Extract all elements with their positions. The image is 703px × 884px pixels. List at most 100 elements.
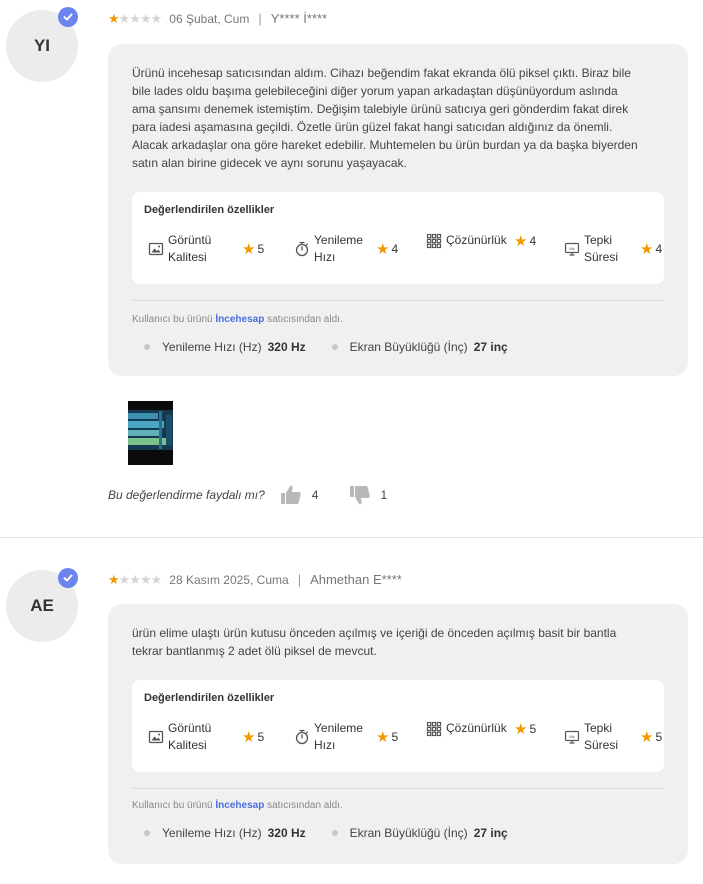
- avatar-initials: AE: [30, 596, 54, 615]
- star-icon: ★: [514, 232, 528, 250]
- seller-info: Kullanıcı bu ürünü İncehesap satıcısında…: [132, 314, 343, 325]
- feature-label: Hızı: [314, 250, 336, 264]
- review-date: 06 Şubat, Cum: [169, 11, 250, 26]
- thumbs-down-icon: [350, 486, 371, 505]
- feature-score: 5: [257, 242, 265, 256]
- star-empty-icon: ★: [150, 11, 163, 26]
- dislike-button[interactable]: 1: [348, 483, 387, 507]
- star-filled-icon: ★: [108, 11, 120, 26]
- like-button[interactable]: 4: [279, 483, 319, 507]
- star-empty-icon: ★: [118, 572, 131, 587]
- feature-score: 5: [391, 730, 399, 744]
- star-icon: ★: [640, 241, 654, 258]
- star-empty-icon: ★: [129, 572, 141, 587]
- seller-link[interactable]: İncehesap: [215, 314, 264, 325]
- divider: [132, 788, 664, 789]
- image-quality-icon: [148, 242, 164, 256]
- feature-label: Tepki: [584, 233, 613, 247]
- stopwatch-icon: [295, 729, 309, 745]
- star-empty-icon: ★: [129, 11, 141, 26]
- feature-response-time: Ms Tepki Süresi ★ 4: [564, 232, 664, 266]
- feature-label: Kalitesi: [168, 250, 207, 264]
- star-icon: ★: [640, 729, 654, 746]
- seller-suffix: satıcısından aldı.: [267, 800, 343, 811]
- review-meta: ★ ★ ★ ★ ★ 06 Şubat, Cum | Y**** İ****: [108, 11, 327, 26]
- star-filled-icon: ★: [108, 572, 120, 587]
- feature-refresh-rate: Yenileme Hızı ★ 4: [294, 232, 404, 266]
- helpful-question: Bu değerlendirme faydalı mı?: [108, 488, 265, 502]
- review-item: YI ★ ★ ★ ★ ★ 06 Şubat, Cum | Y**** İ**** Ürü…: [0, 0, 703, 537]
- review-text: Ürünü incehesap satıcısından aldım. Ciha…: [132, 66, 638, 170]
- product-attributes: Yenileme Hızı (Hz) 320 Hz Ekran Büyüklüğ…: [144, 826, 508, 840]
- seller-prefix: Kullanıcı bu ürünü: [132, 800, 213, 811]
- rated-features-panel: Değerlendirilen özellikler Görüntü Kalite…: [132, 680, 664, 772]
- features-title: Değerlendirilen özellikler: [144, 692, 275, 704]
- feature-score: 4: [391, 242, 399, 256]
- thumbs-up-icon: [280, 485, 301, 504]
- dislike-count: 1: [380, 488, 388, 502]
- review-date: 28 Kasım 2025, Cuma: [169, 572, 289, 587]
- attribute-label: Ekran Büyüklüğü (İnç): [349, 340, 468, 354]
- grid-icon: [426, 233, 442, 248]
- star-empty-icon: ★: [150, 572, 163, 587]
- star-empty-icon: ★: [118, 11, 131, 26]
- monitor-icon: Ms: [564, 730, 580, 744]
- star-icon: ★: [242, 729, 256, 746]
- star-empty-icon: ★: [139, 572, 152, 587]
- feature-label: Yenileme: [314, 721, 363, 735]
- separator: |: [258, 11, 262, 26]
- feature-label: Görüntü: [168, 721, 212, 735]
- rating-stars: ★ ★ ★ ★ ★: [108, 11, 163, 26]
- star-icon: ★: [514, 720, 528, 738]
- grid-icon: [426, 721, 442, 736]
- svg-text:Ms: Ms: [569, 734, 574, 739]
- review-text: ürün elime ulaştı ürün kutusu önceden aç…: [132, 626, 617, 658]
- attribute-value: 27 inç: [473, 340, 508, 354]
- feature-label: Çözünürlük: [446, 721, 507, 735]
- feature-label: Süresi: [584, 250, 619, 264]
- feature-label: Süresi: [584, 738, 619, 752]
- feature-label: Çözünürlük: [446, 233, 507, 247]
- feature-resolution: Çözünürlük ★ 5: [426, 720, 546, 738]
- monitor-icon: Ms: [564, 242, 580, 256]
- feature-response-time: Ms Tepki Süresi ★ 5: [564, 720, 664, 754]
- feature-label: Yenileme: [314, 233, 363, 247]
- stopwatch-icon: [295, 241, 309, 257]
- verified-badge-icon: [58, 568, 78, 588]
- divider: [132, 300, 664, 301]
- feature-label: Hızı: [314, 738, 336, 752]
- seller-prefix: Kullanıcı bu ürünü: [132, 314, 213, 325]
- feature-score: 4: [529, 233, 537, 248]
- image-quality-icon: [148, 730, 164, 744]
- attribute-label: Yenileme Hızı (Hz): [162, 826, 262, 840]
- feature-score: 5: [655, 730, 663, 744]
- attribute-label: Yenileme Hızı (Hz): [162, 340, 262, 354]
- feature-score: 5: [529, 721, 537, 736]
- seller-suffix: satıcısından aldı.: [267, 314, 343, 325]
- review-photo-thumbnail[interactable]: [128, 401, 173, 465]
- feature-image-quality: Görüntü Kalitesi ★ 5: [148, 720, 272, 754]
- review-meta: ★ ★ ★ ★ ★ 28 Kasım 2025, Cuma | Ahmethan E**…: [108, 572, 402, 587]
- attribute-value: 27 inç: [473, 826, 508, 840]
- star-empty-icon: ★: [139, 11, 152, 26]
- like-count: 4: [311, 488, 319, 502]
- reviewer-name: Y**** İ****: [270, 11, 328, 26]
- attribute-value: 320 Hz: [267, 826, 306, 840]
- verified-badge-icon: [58, 7, 78, 27]
- helpful-section: Bu değerlendirme faydalı mı? 4 1: [108, 483, 387, 507]
- review-item: AE ★ ★ ★ ★ ★ 28 Kasım 2025, Cuma | Ahmethan …: [0, 538, 703, 884]
- feature-score: 4: [655, 242, 663, 256]
- star-icon: ★: [376, 241, 390, 258]
- seller-link[interactable]: İncehesap: [215, 800, 264, 811]
- svg-text:Ms: Ms: [569, 246, 574, 251]
- feature-image-quality: Görüntü Kalitesi ★ 5: [148, 232, 272, 266]
- feature-score: 5: [257, 730, 265, 744]
- feature-label: Tepki: [584, 721, 613, 735]
- review-card: Ürünü incehesap satıcısından aldım. Ciha…: [108, 44, 688, 376]
- feature-refresh-rate: Yenileme Hızı ★ 5: [294, 720, 404, 754]
- bullet: [331, 830, 338, 836]
- attribute-label: Ekran Büyüklüğü (İnç): [349, 826, 468, 840]
- bullet: [331, 344, 338, 350]
- separator: |: [297, 572, 302, 587]
- feature-label: Kalitesi: [168, 738, 207, 752]
